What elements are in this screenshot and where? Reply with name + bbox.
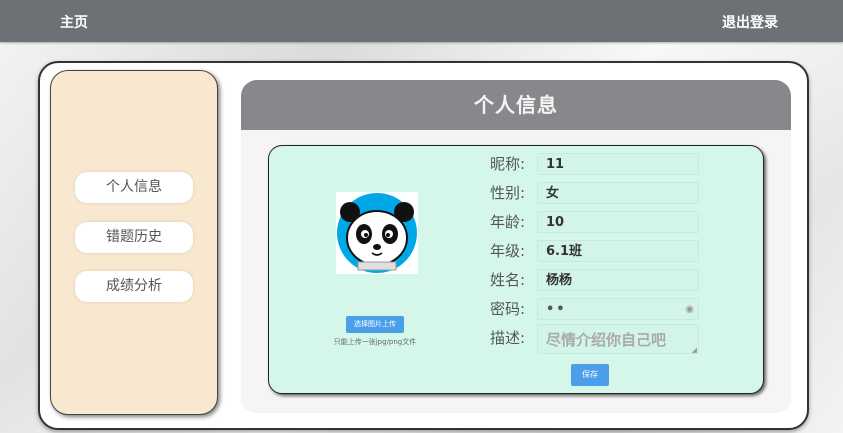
upload-image-button[interactable]: 选择图片上传 [346, 316, 404, 333]
nickname-field[interactable]: 11 [537, 153, 699, 175]
upload-hint: 只能上传一张jpg/png文件 [333, 338, 417, 346]
save-button[interactable]: 保存 [571, 364, 609, 386]
top-nav-bar: 主页 退出登录 [0, 0, 843, 42]
main-card: 个人信息 错题历史 成绩分析 个人信息 选择图片上传 只能上传一张jpg/png… [38, 61, 809, 430]
gender-label: 性别: [490, 184, 526, 202]
password-field[interactable]: •• ◉ [537, 298, 699, 320]
sidebar: 个人信息 错题历史 成绩分析 [50, 70, 218, 415]
grade-label: 年级: [490, 242, 526, 260]
resize-handle-icon[interactable]: ◢ [692, 346, 697, 354]
description-label: 描述: [490, 329, 526, 347]
name-label: 姓名: [490, 271, 526, 289]
password-label: 密码: [490, 300, 526, 318]
home-link[interactable]: 主页 [60, 12, 88, 32]
profile-form-card: 选择图片上传 只能上传一张jpg/png文件 昵称: 11 性别: 女 年龄: … [268, 145, 764, 394]
name-field[interactable]: 杨杨 [537, 269, 699, 291]
logout-link[interactable]: 退出登录 [722, 12, 778, 32]
sidebar-item-profile[interactable]: 个人信息 [75, 172, 193, 203]
password-value: •• [546, 302, 567, 317]
gender-field[interactable]: 女 [537, 182, 699, 204]
sidebar-item-score-analysis[interactable]: 成绩分析 [75, 271, 193, 302]
eye-icon[interactable]: ◉ [685, 299, 694, 321]
panda-avatar-icon [336, 192, 418, 274]
sidebar-item-mistake-history[interactable]: 错题历史 [75, 222, 193, 253]
description-field[interactable]: 尽情介绍你自己吧 ◢ [537, 324, 699, 354]
description-placeholder: 尽情介绍你自己吧 [546, 331, 667, 349]
age-label: 年龄: [490, 213, 526, 231]
age-field[interactable]: 10 [537, 211, 699, 233]
grade-field[interactable]: 6.1班 [537, 240, 699, 262]
nickname-label: 昵称: [490, 155, 526, 173]
profile-panel: 个人信息 选择图片上传 只能上传一张jpg/png文件 昵称: 11 性别: 女… [241, 80, 791, 413]
page-title: 个人信息 [241, 80, 791, 130]
